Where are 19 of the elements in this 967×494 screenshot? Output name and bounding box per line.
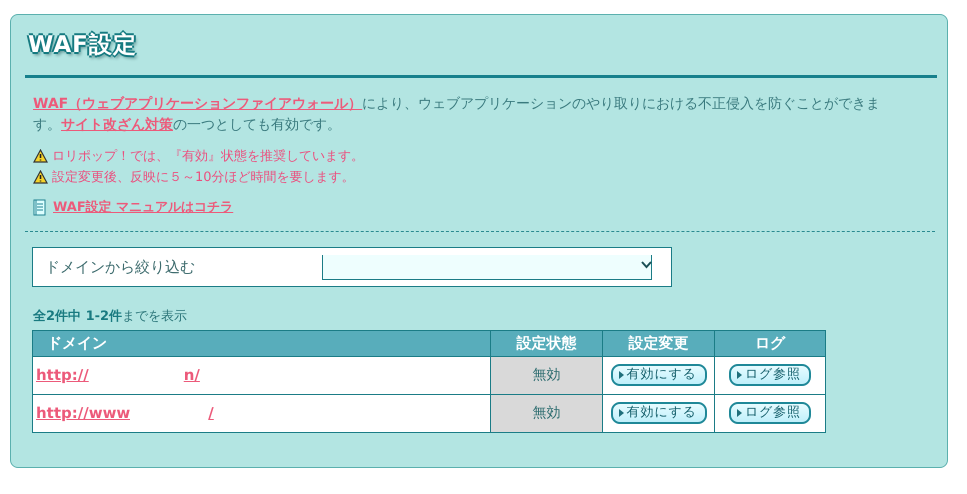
document-icon bbox=[33, 198, 47, 216]
log-button[interactable]: ログ参照 bbox=[729, 402, 811, 424]
column-header: 設定変更 bbox=[602, 330, 714, 356]
column-header: ドメイン bbox=[32, 330, 490, 356]
warning-icon bbox=[33, 170, 48, 184]
chevron-down-icon bbox=[641, 261, 652, 269]
log-button[interactable]: ログ参照 bbox=[729, 364, 811, 386]
status-cell: 無効 bbox=[490, 356, 602, 394]
warning-icon bbox=[33, 149, 48, 163]
column-header: 設定状態 bbox=[490, 330, 602, 356]
status-cell: 無効 bbox=[490, 394, 602, 432]
enable-button[interactable]: 有効にする bbox=[610, 402, 706, 424]
enable-button[interactable]: 有効にする bbox=[610, 364, 706, 386]
page-title: WAF設定 bbox=[28, 31, 137, 60]
warning-text: 設定変更後、反映に５～10分ほど時間を要します。 bbox=[52, 168, 355, 186]
result-count: 全2件中 1-2件までを表示 bbox=[33, 308, 188, 326]
intro-paragraph: WAF（ウェブアプリケーションファイアウォール）により、ウェブアプリケーションのやり取りにおける不正侵入を防ぐことができます。サイト改ざん対策の一つとしても有効です。 bbox=[33, 94, 882, 134]
column-header: ログ bbox=[714, 330, 826, 356]
warning-text: ロリポップ！では、『有効』状態を推奨しています。 bbox=[52, 148, 364, 166]
